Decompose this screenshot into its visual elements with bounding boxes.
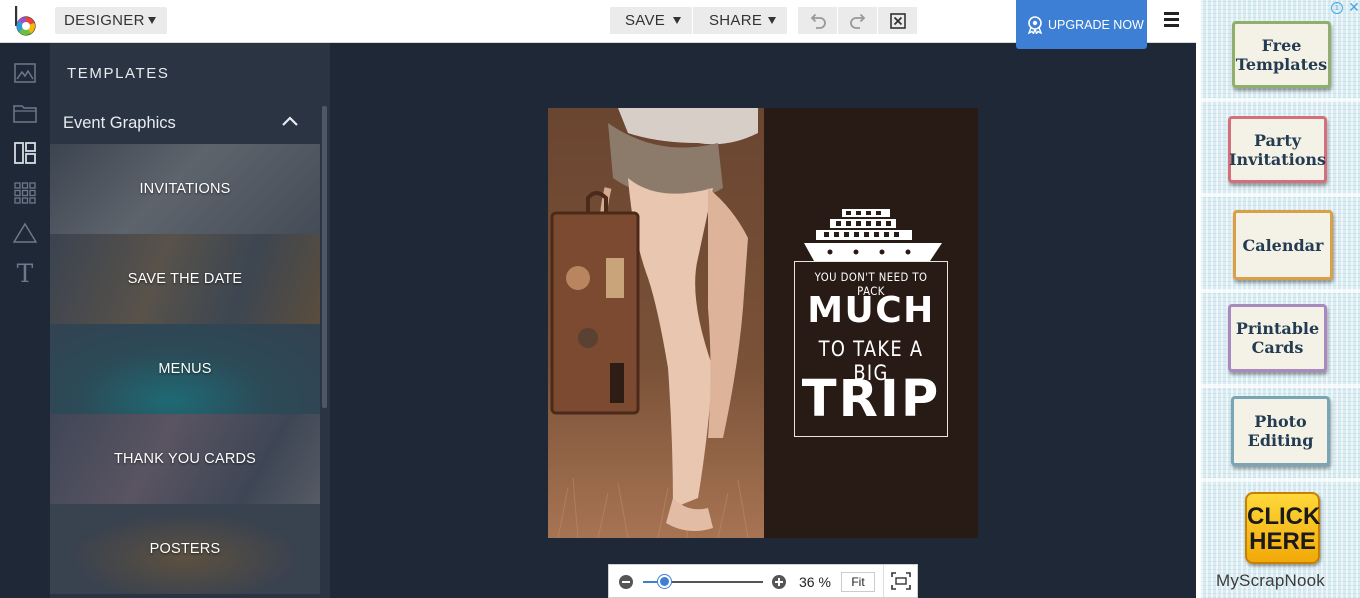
zoom-controls: 36 % Fit [608,564,918,598]
panel-title: TEMPLATES [67,65,170,82]
share-button[interactable]: SHARE [693,7,787,34]
ad-card-free-templates[interactable]: Free Templates [1232,21,1331,88]
save-label: SAVE [625,12,666,29]
upgrade-now-button[interactable]: UPGRADE NOW [1016,0,1147,49]
ad-band [1201,98,1360,102]
templates-panel: TEMPLATES Event Graphics INVITATIONS SAV… [50,43,330,598]
panel-scrollbar[interactable] [322,106,327,408]
cta-line-1: CLICK [1247,503,1321,530]
text-icon[interactable]: T [13,259,37,288]
template-tile-save-the-date[interactable]: SAVE THE DATE [50,234,320,324]
click-here-button[interactable]: CLICK HERE [1245,492,1320,564]
quote-line-2: MUCH [807,290,935,331]
category-header-event-graphics[interactable]: Event Graphics [63,114,176,133]
travel-photo[interactable] [548,108,764,538]
caret-down-icon [148,17,156,24]
template-tile-menus[interactable]: MENUS [50,324,320,414]
ad-brand-logo: MyScrapNook [1216,571,1325,590]
tile-label: INVITATIONS [139,181,231,197]
ad-sidebar[interactable]: i ✕ Free Templates Party Invitations Cal… [1201,0,1360,598]
ad-card-printable-cards[interactable]: Printable Cards [1228,304,1327,372]
ad-band [1201,384,1360,388]
tile-label: MENUS [158,361,212,377]
undo-icon [810,13,826,29]
award-icon [1027,15,1043,34]
ad-band [1201,193,1360,197]
fullscreen-icon[interactable] [891,572,911,590]
ad-close-icon[interactable]: ✕ [1347,0,1360,14]
template-tile-invitations[interactable]: INVITATIONS [50,144,320,234]
redo-button[interactable] [838,7,877,34]
zoom-slider-handle[interactable] [658,575,672,588]
cta-line-2: HERE [1249,528,1316,555]
quote-line-4: TRIP [801,370,941,429]
save-button[interactable]: SAVE [610,7,692,34]
fit-button[interactable]: Fit [841,572,875,592]
ad-band [1201,478,1360,482]
ad-card-party-invitations[interactable]: Party Invitations [1228,116,1327,183]
divider [883,565,884,597]
tile-label: SAVE THE DATE [127,271,243,287]
mode-dropdown[interactable]: DESIGNER [55,7,167,34]
hamburger-menu-icon[interactable] [1160,10,1184,32]
shapes-icon[interactable] [13,221,37,245]
design-canvas[interactable]: YOU DON'T NEED TO PACK MUCH TO TAKE A BI… [548,108,978,538]
app-logo-icon[interactable] [12,6,40,36]
tool-rail: T [0,43,50,598]
mode-label: DESIGNER [64,12,145,29]
image-icon[interactable] [13,61,37,85]
folder-icon[interactable] [13,101,37,125]
close-box-icon [889,12,906,29]
ad-card-calendar[interactable]: Calendar [1233,210,1333,280]
clear-canvas-button[interactable] [878,7,917,34]
zoom-percentage: 36 % [799,574,831,590]
tile-label: POSTERS [149,541,221,557]
templates-icon[interactable] [13,141,37,165]
tile-label: THANK YOU CARDS [113,451,257,467]
grid-icon[interactable] [13,181,37,205]
share-label: SHARE [709,12,763,29]
upgrade-label: UPGRADE NOW [1048,17,1144,32]
caret-down-icon [673,17,681,24]
redo-icon [849,13,865,29]
caret-down-icon [768,17,776,24]
zoom-in-icon[interactable] [772,575,786,589]
quote-text-box[interactable]: YOU DON'T NEED TO PACK MUCH TO TAKE A BI… [794,261,948,437]
undo-button[interactable] [798,7,837,34]
zoom-out-icon[interactable] [619,575,633,589]
template-tile-thank-you-cards[interactable]: THANK YOU CARDS [50,414,320,504]
ad-card-photo-editing[interactable]: Photo Editing [1231,396,1330,466]
chevron-up-icon[interactable] [281,115,299,127]
ad-band [1201,289,1360,293]
ad-info-icon[interactable]: i [1331,2,1343,14]
cruise-ship-icon [804,209,942,261]
template-tile-posters[interactable]: POSTERS [50,504,320,594]
